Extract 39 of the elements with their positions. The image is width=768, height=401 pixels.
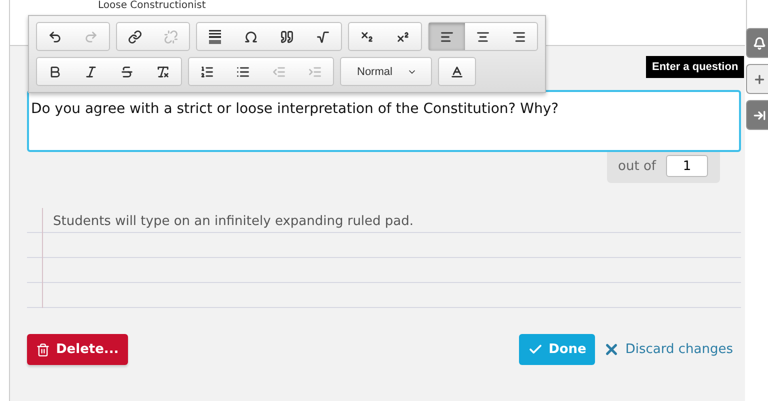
bullet-list-icon [236, 64, 250, 78]
link-icon [128, 30, 142, 44]
plus-button[interactable] [746, 64, 768, 94]
align-right-icon [512, 30, 526, 44]
strikethrough-icon [120, 64, 134, 78]
arrow-to-bar-button[interactable] [746, 100, 768, 130]
redo-icon [84, 30, 98, 44]
italic-icon [84, 64, 98, 78]
bell-icon [753, 36, 766, 50]
delete-button[interactable]: Delete... [27, 334, 128, 365]
format-select[interactable]: Normal [340, 57, 432, 86]
clear-formatting-icon [156, 64, 170, 78]
bell-button[interactable] [746, 28, 768, 58]
superscript-icon [396, 30, 410, 44]
align-left-icon [440, 30, 454, 44]
indent-icon [308, 64, 322, 78]
answer-option-text: Loose Constructionist [98, 0, 206, 12]
quote-icon [280, 30, 294, 44]
undo-icon [48, 30, 62, 44]
plus-icon [753, 72, 766, 86]
question-input-field[interactable]: Do you agree with a strict or loose interpretation of the Constitution? Why? [27, 90, 741, 152]
trash-icon [36, 342, 50, 356]
outdent-icon [272, 64, 286, 78]
discard-changes-link[interactable]: Discard changes [603, 341, 733, 358]
pad-placeholder-text: Students will type on an infinitely expanding ruled pad. [53, 214, 414, 229]
subscript-icon [360, 30, 374, 44]
align-center-icon [476, 30, 490, 44]
omega-icon [244, 30, 258, 44]
bold-icon [48, 64, 62, 78]
square-root-icon [316, 30, 330, 44]
horizontal-rule-icon [209, 30, 221, 44]
align-left-button[interactable] [429, 23, 465, 50]
points-input-field[interactable]: 1 [666, 155, 708, 177]
text-color-icon [450, 64, 464, 78]
unlink-icon [164, 30, 178, 44]
tooltip: Enter a question [646, 56, 744, 78]
arrow-to-bar-icon [753, 108, 766, 122]
points-label: out of [618, 158, 656, 174]
numbered-list-icon [200, 64, 214, 78]
